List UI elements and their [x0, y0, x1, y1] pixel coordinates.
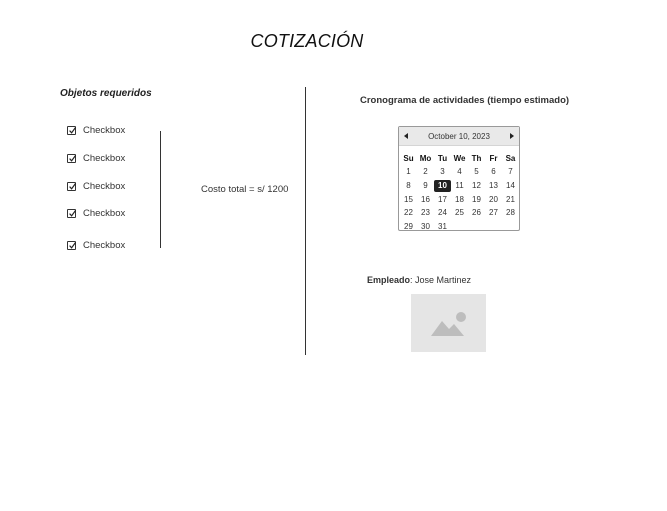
divider-main	[305, 87, 306, 355]
date-picker-calendar[interactable]: October 10, 2023 Su Mo Tu We Th Fr Sa 12…	[398, 126, 520, 231]
calendar-day[interactable]: 21	[502, 194, 519, 206]
checkbox-label: Checkbox	[83, 207, 126, 219]
divider-small	[160, 131, 161, 248]
calendar-day[interactable]: 5	[468, 166, 485, 178]
calendar-week-row: 8 9 10 11 12 13 14	[400, 179, 519, 193]
objects-section-label: Objetos requeridos	[60, 88, 152, 99]
schedule-label: Cronograma de actividades (tiempo estima…	[360, 95, 570, 106]
calendar-day[interactable]: 25	[451, 207, 468, 219]
checkbox-label: Checkbox	[83, 239, 126, 251]
image-placeholder-icon	[431, 312, 466, 336]
check-icon[interactable]	[67, 125, 77, 135]
check-icon[interactable]	[67, 153, 77, 163]
calendar-day[interactable]: 17	[434, 194, 451, 206]
calendar-day[interactable]: 31	[434, 221, 451, 233]
calendar-day[interactable]: 2	[417, 166, 434, 178]
weekday-label: Sa	[505, 153, 516, 163]
weekday-label: Tu	[437, 153, 448, 163]
calendar-day[interactable]: 8	[400, 180, 417, 192]
calendar-day[interactable]: 20	[485, 194, 502, 206]
weekday-label: We	[453, 153, 466, 163]
total-cost-text: Costo total = s/ 1200	[201, 184, 289, 195]
weekday-label: Mo	[419, 153, 432, 163]
calendar-week-row: 29 30 31	[400, 220, 519, 234]
calendar-week-row: 22 23 24 25 26 27 28	[400, 206, 519, 220]
checkbox-label: Checkbox	[83, 124, 126, 136]
calendar-day[interactable]: 23	[417, 207, 434, 219]
calendar-day[interactable]: 7	[502, 166, 519, 178]
employee-name: Jose Martinez	[415, 275, 472, 285]
check-icon[interactable]	[67, 240, 77, 250]
checkbox-item-3[interactable]: Checkbox	[67, 179, 125, 193]
calendar-day[interactable]: 6	[485, 166, 502, 178]
calendar-day[interactable]: 11	[451, 180, 468, 192]
calendar-day[interactable]: 1	[400, 166, 417, 178]
calendar-day[interactable]: 9	[417, 180, 434, 192]
employee-label: Empleado	[367, 275, 411, 285]
calendar-day[interactable]: 28	[502, 207, 519, 219]
calendar-day[interactable]: 19	[468, 194, 485, 206]
check-icon[interactable]	[67, 208, 77, 218]
chevron-right-icon[interactable]	[509, 133, 514, 139]
calendar-day[interactable]: 13	[485, 180, 502, 192]
calendar-day[interactable]: 15	[400, 194, 417, 206]
employee-photo-placeholder	[411, 294, 486, 352]
calendar-week-row: 15 16 17 18 19 20 21	[400, 193, 519, 207]
employee-line: Empleado: Jose Martinez	[367, 275, 471, 285]
check-icon[interactable]	[67, 181, 77, 191]
calendar-day[interactable]: 3	[434, 166, 451, 178]
calendar-day[interactable]: 22	[400, 207, 417, 219]
calendar-grid: Su Mo Tu We Th Fr Sa 1 2 3 4 5 6 7 8 9 10 11 12 13 14…	[399, 146, 519, 234]
chevron-left-icon[interactable]	[404, 133, 408, 139]
calendar-day[interactable]: 10	[434, 179, 451, 192]
calendar-day[interactable]: 14	[502, 180, 519, 192]
calendar-header: October 10, 2023	[399, 127, 519, 146]
checkbox-item-5[interactable]: Checkbox	[67, 238, 125, 252]
weekday-label: Fr	[489, 153, 498, 163]
checkbox-item-2[interactable]: Checkbox	[67, 151, 125, 165]
calendar-day[interactable]: 18	[451, 194, 468, 206]
calendar-day[interactable]: 29	[400, 221, 417, 233]
calendar-week-row: 1234567	[400, 166, 519, 180]
calendar-weekday-row: Su Mo Tu We Th Fr Sa	[400, 152, 519, 166]
calendar-day[interactable]: 16	[417, 194, 434, 206]
checkbox-item-4[interactable]: Checkbox	[67, 206, 125, 220]
weekday-label: Su	[403, 153, 414, 163]
weekday-label: Th	[471, 153, 482, 163]
calendar-day[interactable]: 4	[451, 166, 468, 178]
calendar-day[interactable]: 30	[417, 221, 434, 233]
calendar-day[interactable]: 12	[468, 180, 485, 192]
calendar-day[interactable]: 26	[468, 207, 485, 219]
checkbox-item-1[interactable]: Checkbox	[67, 123, 125, 137]
checkbox-label: Checkbox	[83, 152, 126, 164]
calendar-day[interactable]: 27	[485, 207, 502, 219]
checkbox-label: Checkbox	[83, 180, 126, 192]
calendar-month-label: October 10, 2023	[428, 131, 490, 141]
calendar-day[interactable]: 24	[434, 207, 451, 219]
page-title: COTIZACIÓN	[250, 31, 364, 51]
